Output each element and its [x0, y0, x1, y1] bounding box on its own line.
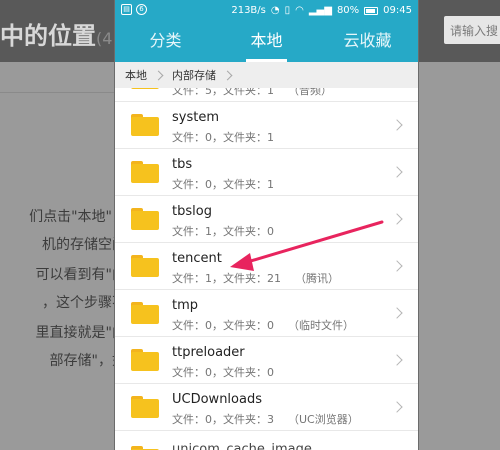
background-title-suffix: (4 [96, 29, 113, 48]
breadcrumb-internal-storage[interactable]: 内部存储 [172, 67, 216, 83]
folder-icon [131, 349, 159, 371]
folder-name: tmp [172, 298, 199, 313]
breadcrumb-chevron-icon [222, 70, 233, 80]
tab-bar: 分类 本地 云收藏 [115, 22, 418, 62]
breadcrumb: 本地 内部存储 [115, 62, 418, 88]
chevron-right-icon [391, 260, 403, 272]
folder-meta: 文件：0，文件夹：3 （UC浏览器） [172, 413, 359, 426]
folder-name: tbs [172, 157, 193, 172]
list-item-ttpreloader[interactable]: ttpreloader 文件：0，文件夹：0 [115, 337, 418, 384]
alarm-icon: ◔ [270, 5, 280, 16]
folder-meta: 文件：0，文件夹：0 （临时文件） [172, 319, 354, 332]
list-item[interactable]: 文件：5，文件夹：1 （音频） [115, 88, 418, 102]
wifi-icon: ◠ [295, 5, 304, 16]
folder-icon [131, 208, 159, 230]
status-right-info: 213B/s ◔ ▯ ◠ ▂▄▆ 80% 09:45 [231, 5, 412, 16]
list-item-tbslog[interactable]: tbslog 文件：1，文件夹：0 [115, 196, 418, 243]
folder-meta: 文件：0，文件夹：1 [172, 131, 274, 144]
list-item-tmp[interactable]: tmp 文件：0，文件夹：0 （临时文件） [115, 290, 418, 337]
folder-icon [131, 302, 159, 324]
app-notification-icon: 6 [136, 4, 147, 15]
list-item-partial-bottom[interactable]: unicom_cache_image [115, 442, 418, 450]
battery-icon [364, 6, 379, 15]
folder-meta: 文件：0，文件夹：1 [172, 178, 274, 191]
chevron-right-icon [391, 401, 403, 413]
folder-name: unicom_cache_image [172, 442, 312, 450]
battery-percent: 80% [336, 5, 360, 16]
folder-name: system [172, 110, 219, 125]
clock: 09:45 [383, 5, 412, 16]
folder-icon [131, 114, 159, 136]
folder-meta: 文件：1，文件夹：21 （腾讯） [172, 272, 339, 285]
folder-name: tencent [172, 251, 222, 266]
folder-icon [131, 161, 159, 183]
tab-category[interactable]: 分类 [115, 22, 216, 62]
folder-icon [131, 446, 159, 450]
chevron-right-icon [391, 213, 403, 225]
breadcrumb-local[interactable]: 本地 [125, 67, 147, 83]
chevron-right-icon [391, 166, 403, 178]
breadcrumb-chevron-icon [153, 70, 164, 80]
folder-meta: 文件：0，文件夹：0 [172, 366, 274, 379]
file-list: 文件：5，文件夹：1 （音频） system 文件：0，文件夹：1 tbs 文件：… [115, 88, 418, 431]
background-divider [0, 92, 115, 93]
tab-local[interactable]: 本地 [216, 22, 317, 62]
folder-icon [131, 88, 159, 89]
phone-screen: ▤ 6 213B/s ◔ ▯ ◠ ▂▄▆ 80% 09:45 分类 本地 云收藏… [115, 0, 418, 450]
folder-name: tbslog [172, 204, 212, 219]
chevron-right-icon [391, 119, 403, 131]
notification-icon: ▤ [121, 4, 132, 15]
chevron-right-icon [391, 354, 403, 366]
folder-name: UCDownloads [172, 392, 262, 407]
list-item-system[interactable]: system 文件：0，文件夹：1 [115, 102, 418, 149]
folder-icon [131, 255, 159, 277]
folder-name: ttpreloader [172, 345, 245, 360]
background-title-text: 中的位置 [0, 22, 96, 50]
status-bar: ▤ 6 213B/s ◔ ▯ ◠ ▂▄▆ 80% 09:45 [115, 0, 418, 22]
status-left-icons: ▤ 6 [121, 4, 147, 15]
list-item-tbs[interactable]: tbs 文件：0，文件夹：1 [115, 149, 418, 196]
list-item-tencent[interactable]: tencent 文件：1，文件夹：21 （腾讯） [115, 243, 418, 290]
chevron-right-icon [391, 307, 403, 319]
background-search-input[interactable]: 请输入搜 [444, 16, 500, 44]
tab-cloud-favorites[interactable]: 云收藏 [317, 22, 418, 62]
vibrate-icon: ▯ [284, 5, 291, 16]
list-item-ucdownloads[interactable]: UCDownloads 文件：0，文件夹：3 （UC浏览器） [115, 384, 418, 431]
background-title: 中的位置(4 [0, 16, 112, 51]
signal-icon: ▂▄▆ [308, 5, 332, 16]
network-speed: 213B/s [231, 5, 266, 16]
folder-icon [131, 396, 159, 418]
folder-meta: 文件：1，文件夹：0 [172, 225, 274, 238]
folder-meta: 文件：5，文件夹：1 （音频） [172, 88, 332, 97]
